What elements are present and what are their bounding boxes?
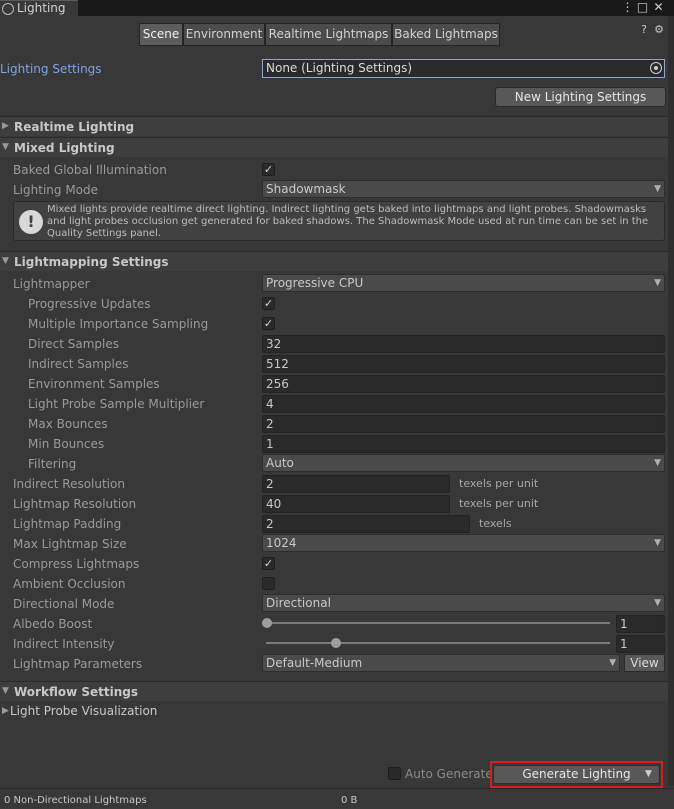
help-icon[interactable]: ? (637, 23, 651, 37)
light-probe-visualization-foldout[interactable]: Light Probe Visualization (10, 702, 157, 720)
light-probe-multiplier-label: Light Probe Sample Multiplier (28, 397, 205, 411)
vertical-scrollbar[interactable] (668, 16, 674, 786)
lighting-settings-label: Lighting Settings (0, 62, 102, 76)
mis-checkbox[interactable]: ✓ (262, 317, 275, 330)
max-lightmap-size-label: Max Lightmap Size (13, 537, 127, 551)
window-tab-bar (0, 0, 674, 16)
progressive-updates-label: Progressive Updates (28, 297, 151, 311)
status-divider (0, 788, 674, 789)
indirect-samples-label: Indirect Samples (28, 357, 129, 371)
min-bounces-label: Min Bounces (28, 437, 105, 451)
indirect-intensity-slider-track[interactable] (266, 642, 610, 644)
chevron-down-icon: ▼ (654, 598, 661, 608)
filtering-dropdown[interactable]: Auto ▼ (262, 454, 665, 472)
lightmap-padding-label: Lightmap Padding (13, 517, 122, 531)
expanded-arrow-icon: ▼ (2, 142, 9, 152)
albedo-boost-slider-track[interactable] (266, 622, 610, 624)
tab-realtime-lightmaps[interactable]: Realtime Lightmaps (265, 23, 392, 46)
albedo-boost-input[interactable]: 1 (616, 615, 665, 633)
lighting-settings-value: None (Lighting Settings) (266, 61, 413, 75)
new-lighting-settings-button[interactable]: New Lighting Settings (495, 87, 666, 107)
chevron-down-icon: ▼ (654, 538, 661, 548)
albedo-boost-slider-thumb[interactable] (262, 618, 272, 628)
chevron-down-icon: ▼ (654, 184, 661, 194)
indirect-resolution-label: Indirect Resolution (13, 477, 125, 491)
environment-samples-input[interactable]: 256 (262, 375, 665, 393)
auto-generate-label: Auto Generate (405, 767, 493, 781)
help-text: Mixed lights provide realtime direct lig… (47, 204, 649, 239)
baked-gi-label: Baked Global Illumination (13, 163, 167, 177)
chevron-down-icon: ▼ (654, 458, 661, 468)
max-bounces-input[interactable]: 2 (262, 415, 665, 433)
lightmap-resolution-input[interactable]: 40 (262, 495, 450, 513)
lightmap-padding-unit: texels (479, 517, 512, 530)
baked-gi-checkbox[interactable]: ✓ (262, 163, 275, 176)
window-title: Lighting (17, 1, 66, 15)
tab-environment[interactable]: Environment (183, 23, 265, 46)
collapsed-arrow-icon: ▶ (2, 706, 9, 716)
lightmap-padding-input[interactable]: 2 (262, 515, 470, 533)
object-picker-icon[interactable] (650, 62, 662, 74)
lightmaps-count-status: 0 Non-Directional Lightmaps (4, 795, 147, 806)
ambient-occlusion-checkbox[interactable] (262, 577, 275, 590)
compress-lightmaps-label: Compress Lightmaps (13, 557, 140, 571)
indirect-intensity-label: Indirect Intensity (13, 637, 115, 651)
min-bounces-input[interactable]: 1 (262, 435, 665, 453)
lightmapper-label: Lightmapper (13, 277, 90, 291)
progressive-updates-checkbox[interactable]: ✓ (262, 297, 275, 310)
tab-baked-lightmaps[interactable]: Baked Lightmaps (392, 23, 500, 46)
chevron-down-icon: ▼ (654, 278, 661, 288)
filtering-label: Filtering (28, 457, 77, 471)
albedo-boost-label: Albedo Boost (13, 617, 93, 631)
tab-scene[interactable]: Scene (139, 23, 183, 46)
indirect-resolution-input[interactable]: 2 (262, 475, 450, 493)
lighting-settings-field[interactable]: None (Lighting Settings) (262, 59, 665, 78)
maximize-icon[interactable]: □ (635, 0, 650, 15)
lightmap-resolution-unit: texels per unit (459, 497, 539, 510)
lighting-mode-dropdown[interactable]: Shadowmask ▼ (262, 180, 665, 198)
window-tab-lighting[interactable]: Lighting (0, 0, 78, 16)
mis-label: Multiple Importance Sampling (28, 317, 209, 331)
section-mixed-lighting[interactable]: ▼ Mixed Lighting (0, 137, 668, 157)
lightmaps-size-status: 0 B (341, 795, 358, 806)
lightmap-parameters-dropdown[interactable]: Default-Medium ▼ (262, 654, 620, 672)
indirect-intensity-input[interactable]: 1 (616, 635, 665, 653)
lightmapper-dropdown[interactable]: Progressive CPU ▼ (262, 274, 665, 292)
compress-lightmaps-checkbox[interactable]: ✓ (262, 557, 275, 570)
environment-samples-label: Environment Samples (28, 377, 160, 391)
indirect-resolution-unit: texels per unit (459, 477, 539, 490)
mixed-lighting-help-box: ! Mixed lights provide realtime direct l… (13, 201, 665, 241)
kebab-menu-icon[interactable]: ⋮ (620, 0, 635, 15)
chevron-down-icon: ▼ (609, 658, 616, 668)
directional-mode-label: Directional Mode (13, 597, 115, 611)
info-icon: ! (19, 210, 43, 234)
max-lightmap-size-dropdown[interactable]: 1024 ▼ (262, 534, 665, 552)
lightmap-parameters-label: Lightmap Parameters (13, 657, 143, 671)
collapsed-arrow-icon: ▶ (2, 121, 9, 131)
expanded-arrow-icon: ▼ (2, 256, 9, 266)
lighting-bulb-icon (2, 3, 14, 15)
section-realtime-lighting[interactable]: ▶ Realtime Lighting (0, 116, 668, 136)
lightmap-resolution-label: Lightmap Resolution (13, 497, 137, 511)
max-bounces-label: Max Bounces (28, 417, 108, 431)
direct-samples-label: Direct Samples (28, 337, 119, 351)
direct-samples-input[interactable]: 32 (262, 335, 665, 353)
view-parameters-button[interactable]: View (624, 654, 665, 672)
indirect-samples-input[interactable]: 512 (262, 355, 665, 373)
section-lightmapping-settings[interactable]: ▼ Lightmapping Settings (0, 251, 668, 271)
ambient-occlusion-label: Ambient Occlusion (13, 577, 126, 591)
section-workflow-settings[interactable]: ▼ Workflow Settings (0, 681, 668, 701)
auto-generate-checkbox[interactable] (388, 767, 401, 780)
directional-mode-dropdown[interactable]: Directional ▼ (262, 594, 665, 612)
close-icon[interactable]: ✕ (651, 0, 666, 15)
indirect-intensity-slider-thumb[interactable] (330, 638, 341, 648)
gear-icon[interactable]: ⚙ (652, 23, 666, 37)
lighting-mode-label: Lighting Mode (13, 183, 99, 197)
light-probe-multiplier-input[interactable]: 4 (262, 395, 665, 413)
highlight-outline (490, 761, 663, 788)
expanded-arrow-icon: ▼ (2, 686, 9, 696)
